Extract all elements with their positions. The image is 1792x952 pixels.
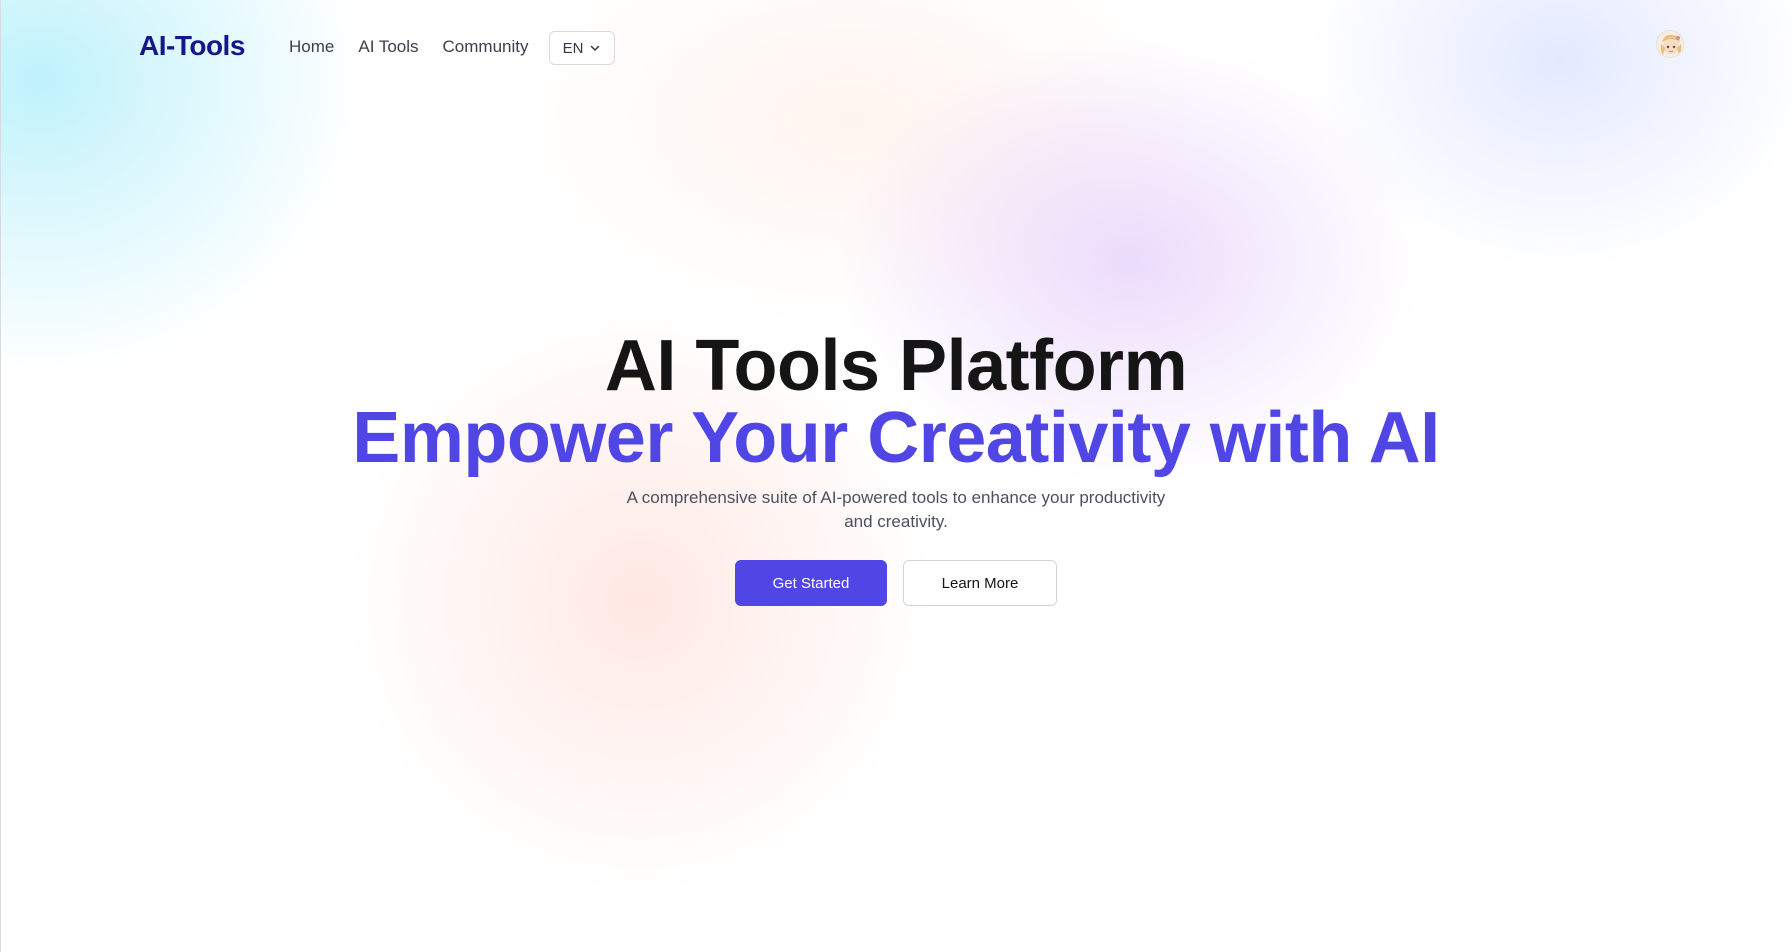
nav-link-ai-tools[interactable]: AI Tools: [358, 37, 418, 57]
hero-title: AI Tools Platform: [604, 326, 1188, 406]
language-selector[interactable]: EN: [549, 31, 615, 65]
nav-link-community[interactable]: Community: [443, 37, 529, 57]
top-navigation-bar: AI-Tools Home AI Tools Community EN: [0, 0, 1792, 96]
hero-section: AI Tools Platform Empower Your Creativit…: [0, 330, 1792, 606]
learn-more-button[interactable]: Learn More: [903, 560, 1057, 606]
hero-description: A comprehensive suite of AI-powered tool…: [626, 488, 1166, 531]
language-selector-value: EN: [562, 39, 584, 57]
hero-actions: Get Started Learn More: [0, 560, 1792, 606]
chevron-down-icon: [589, 42, 601, 54]
site-logo[interactable]: AI-Tools: [139, 30, 245, 62]
hero-subtitle: Empower Your Creativity with AI: [352, 398, 1440, 478]
user-avatar[interactable]: [1656, 30, 1684, 58]
get-started-button[interactable]: Get Started: [735, 560, 887, 606]
main-nav: Home AI Tools Community: [289, 37, 529, 57]
nav-link-home[interactable]: Home: [289, 37, 334, 57]
